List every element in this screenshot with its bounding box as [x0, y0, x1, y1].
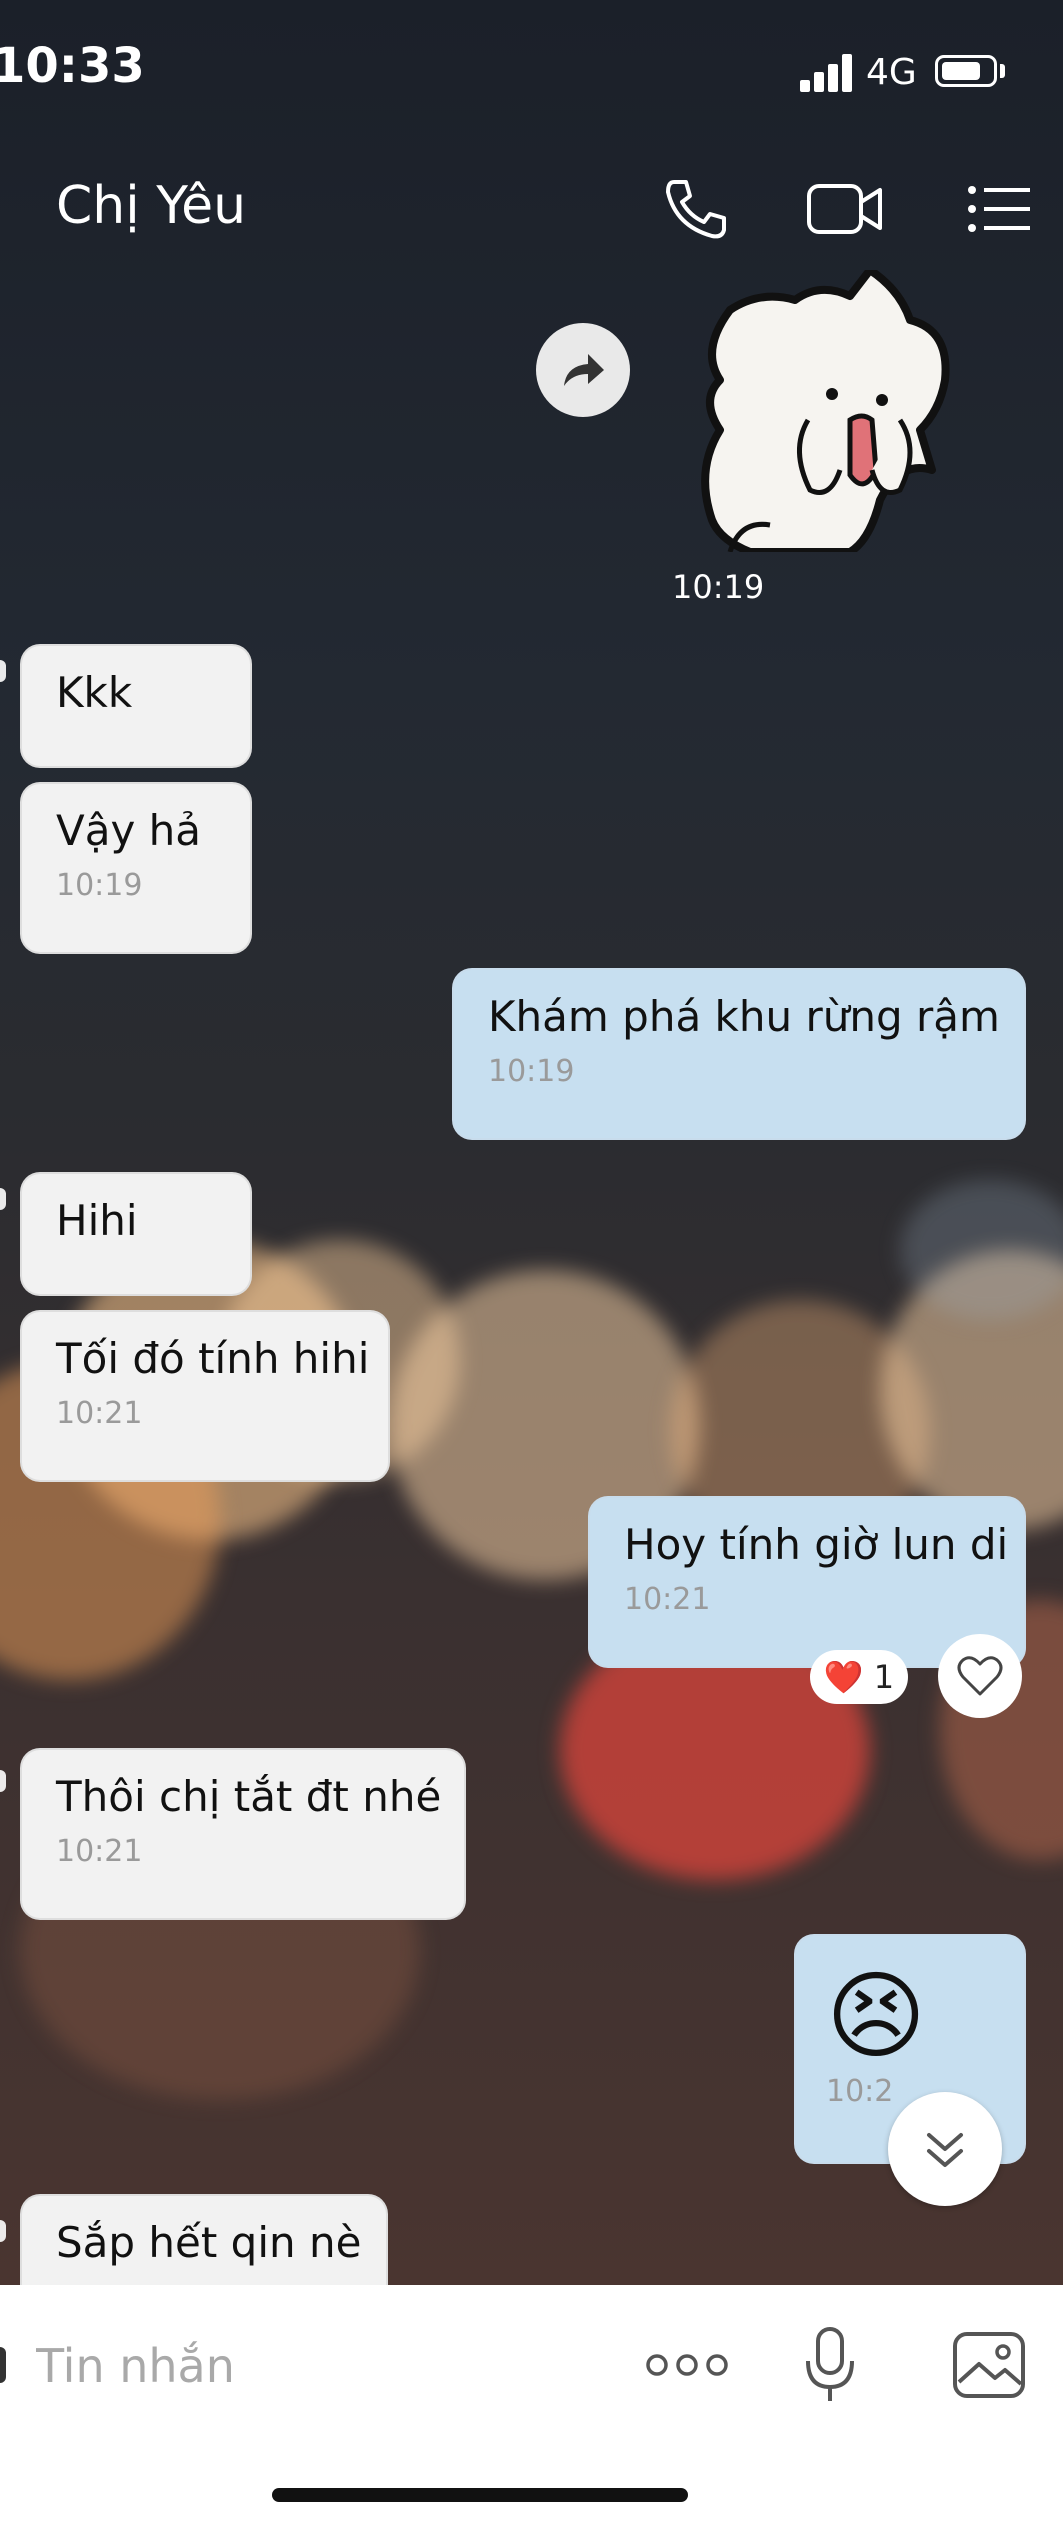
message-text: Thôi chị tắt đt nhé [56, 1772, 442, 1821]
more-options-icon[interactable] [642, 2323, 732, 2407]
message-bubble-incoming[interactable]: Kkk [20, 644, 252, 768]
double-chevron-down-icon [927, 2133, 963, 2167]
emoji-message: 😣 [826, 1960, 927, 2072]
like-button[interactable] [938, 1634, 1022, 1718]
scroll-to-bottom-button[interactable] [888, 2092, 1002, 2206]
message-time: 10:21 [56, 1834, 143, 1869]
heart-reaction-icon: ❤️ [823, 1658, 864, 1696]
sticker-timestamp: 10:19 [672, 568, 765, 606]
cat-sticker[interactable] [700, 266, 990, 556]
message-bubble-incoming[interactable]: Tối đó tính hihi 10:21 [20, 1310, 390, 1482]
incoming-indicator [0, 1770, 6, 1792]
contact-name[interactable]: Chị Yêu [56, 176, 246, 236]
battery-level [942, 62, 980, 80]
status-time: 10:33 [0, 38, 145, 94]
battery-icon [935, 55, 997, 87]
message-time: 10:19 [488, 1054, 575, 1089]
menu-list-icon[interactable] [964, 176, 1034, 242]
message-input[interactable] [0, 2325, 638, 2407]
reaction-badge[interactable]: ❤️ 1 [810, 1650, 908, 1704]
message-text: Hoy tính giờ lun di [624, 1520, 1009, 1569]
message-text: Tối đó tính hihi [56, 1334, 370, 1383]
message-time: 10:21 [624, 1582, 711, 1617]
message-text: Khám phá khu rừng rậm [488, 992, 1000, 1041]
status-bar: 10:33 4G [0, 0, 1063, 140]
message-bubble-incoming[interactable]: Thôi chị tắt đt nhé 10:21 [20, 1748, 466, 1920]
message-time: 10:21 [56, 1396, 143, 1431]
message-bubble-outgoing[interactable]: Khám phá khu rừng rậm 10:19 [452, 968, 1026, 1140]
incoming-indicator [0, 2220, 6, 2242]
microphone-icon[interactable] [785, 2323, 875, 2407]
signal-icon [800, 52, 854, 92]
reaction-count: 1 [873, 1658, 895, 1696]
chat-header: Chị Yêu [0, 150, 1063, 260]
video-camera-icon[interactable] [806, 176, 884, 242]
message-text: Sắp hết qin nè [56, 2218, 362, 2267]
network-type: 4G [866, 52, 917, 93]
message-text: Kkk [56, 668, 133, 717]
message-bubble-incoming[interactable]: Vậy hả 10:19 [20, 782, 252, 954]
incoming-indicator [0, 1188, 6, 1210]
share-arrow-icon [564, 354, 604, 386]
heart-outline-icon [957, 1656, 1003, 1696]
phone-icon[interactable] [660, 176, 730, 242]
image-gallery-icon[interactable] [944, 2323, 1034, 2407]
message-bubble-incoming[interactable]: Hihi [20, 1172, 252, 1296]
incoming-indicator [0, 660, 6, 682]
message-text: Hihi [56, 1196, 138, 1245]
share-forward-button[interactable] [536, 323, 630, 417]
message-time: 10:19 [56, 868, 143, 903]
message-text: Vậy hả [56, 806, 202, 855]
message-composer [0, 2285, 1063, 2529]
battery-tip [1000, 64, 1005, 78]
home-indicator [272, 2488, 688, 2502]
